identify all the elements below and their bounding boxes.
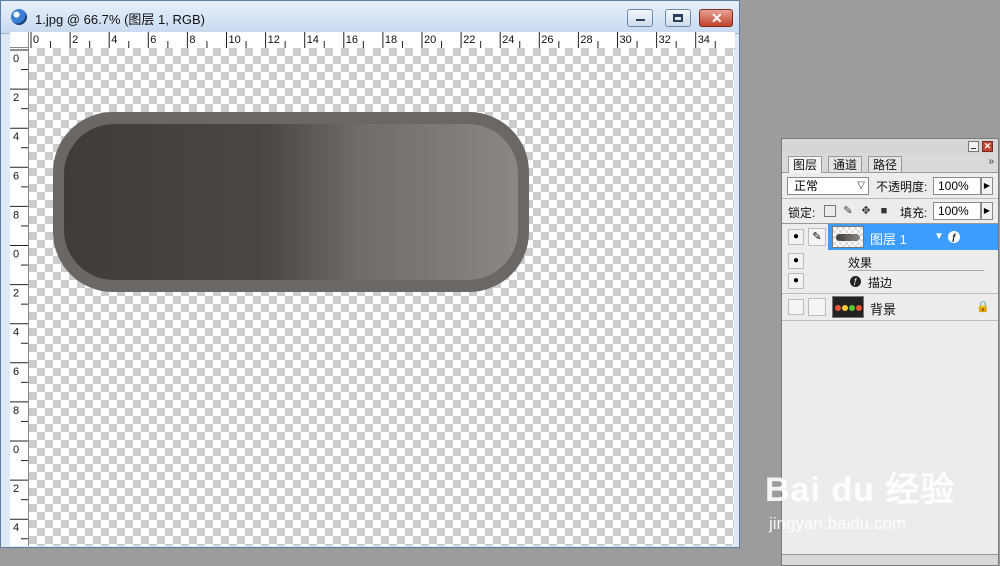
ruler-label: 16 [346, 34, 358, 46]
maximize-icon [673, 14, 683, 22]
fill-input[interactable]: 100% [933, 202, 981, 220]
ruler-label: 4 [13, 327, 19, 339]
lock-move-icon[interactable]: ✥ [860, 205, 872, 217]
brush-icon[interactable]: ✎ [808, 228, 826, 246]
eye-icon[interactable]: ● [788, 229, 804, 245]
ruler-label: 6 [150, 34, 156, 46]
document-title: 1.jpg @ 66.7% (图层 1, RGB) [35, 12, 205, 27]
ruler-label: 4 [111, 34, 117, 46]
ruler-label: 26 [541, 34, 553, 46]
document-canvas[interactable] [29, 48, 734, 546]
layer-row-background[interactable]: 背景 🔒 [782, 293, 998, 321]
opacity-label: 不透明度: [876, 180, 928, 194]
ruler-label: 30 [620, 34, 632, 46]
vertical-ruler-ticks: 0 2 4 6 8 0 2 4 6 8 0 2 4 [10, 49, 28, 540]
chevron-down-icon: ▽ [857, 180, 865, 191]
close-icon: ✕ [983, 141, 992, 151]
tab-channels[interactable]: 通道 [828, 156, 863, 172]
blend-mode-select[interactable]: 正常 ▽ [787, 177, 869, 195]
ruler-label: 8 [13, 209, 19, 221]
tab-paths[interactable]: 路径 [868, 156, 903, 172]
title-bar[interactable]: 1.jpg @ 66.7% (图层 1, RGB) ✕ [1, 1, 739, 34]
baidu-watermark: Bai du 经验 jingyan.baidu.com [765, 462, 1000, 542]
ruler-label: 2 [13, 483, 19, 495]
close-icon: ✕ [711, 10, 723, 26]
stroke-effect-row[interactable]: ● ƒ 描边 [782, 271, 998, 291]
panel-minimize-button[interactable] [968, 141, 979, 152]
photoshop-app-icon[interactable] [11, 9, 27, 25]
panel-menu-icon[interactable]: » [988, 156, 994, 167]
maximize-button[interactable] [665, 9, 691, 27]
close-button[interactable]: ✕ [699, 9, 733, 27]
ruler-origin[interactable] [10, 32, 29, 48]
ruler-label: 18 [385, 34, 397, 46]
fill-label: 填充: [900, 206, 928, 220]
layer-thumbnail [832, 226, 864, 248]
ruler-label: 2 [72, 34, 78, 46]
panel-title-bar[interactable]: ✕ [782, 139, 998, 155]
layer-name[interactable]: 图层 1 [870, 229, 907, 248]
ruler-label: 8 [13, 405, 19, 417]
blend-row: 正常 ▽ 不透明度: 100% ▶ [782, 174, 998, 199]
layer-row-layer1[interactable]: ● ✎ 图层 1 ▼ ƒ [782, 224, 998, 250]
lock-brush-icon[interactable]: ✎ [842, 205, 854, 217]
background-link-toggle[interactable] [808, 298, 826, 316]
lock-all-icon[interactable]: ■ [878, 205, 890, 217]
vertical-ruler[interactable]: 0 2 4 6 8 0 2 4 6 8 0 2 4 [10, 48, 29, 546]
ruler-label: 28 [580, 34, 592, 46]
layer-selection-highlight: 图层 1 ▼ ƒ [828, 224, 998, 250]
background-eye-toggle[interactable] [788, 299, 804, 315]
background-thumbnail [832, 296, 864, 318]
tab-layers[interactable]: 图层 [788, 156, 823, 173]
opacity-arrow-button[interactable]: ▶ [981, 177, 993, 195]
fx-expand-icon[interactable]: ▼ [934, 231, 944, 242]
minimize-button[interactable] [627, 9, 653, 27]
opacity-input[interactable]: 100% [933, 177, 981, 195]
panel-close-button[interactable]: ✕ [982, 141, 993, 152]
ruler-label: 0 [13, 444, 19, 456]
stroke-label: 描边 [868, 276, 893, 290]
effect-icon: ƒ [850, 276, 861, 287]
lock-label: 锁定: [788, 206, 816, 220]
watermark-url: jingyan.baidu.com [769, 514, 907, 533]
minimize-icon [636, 19, 645, 21]
watermark-brand: Bai du 经验 [765, 471, 956, 509]
ruler-label: 8 [189, 34, 195, 46]
horizontal-ruler-ticks: 0 2 4 6 8 10 12 14 16 18 20 22 24 26 28 30 32 34 [30, 32, 716, 48]
lock-row: 锁定: ✎ ✥ ■ 填充: 100% ▶ [782, 199, 998, 224]
ruler-label: 22 [463, 34, 475, 46]
effects-label: 效果 [848, 256, 873, 270]
ruler-label: 10 [229, 34, 241, 46]
stroke-eye-icon[interactable]: ● [788, 273, 804, 289]
ruler-label: 14 [307, 34, 319, 46]
background-layer-name[interactable]: 背景 [870, 299, 896, 318]
ruler-label: 12 [268, 34, 280, 46]
ruler-label: 32 [659, 34, 671, 46]
blend-mode-value: 正常 [794, 179, 819, 193]
ruler-label: 34 [698, 34, 710, 46]
lock-transparency-icon[interactable] [824, 205, 836, 217]
effects-eye-icon[interactable]: ● [788, 253, 804, 269]
ruler-label: 2 [13, 288, 19, 300]
effects-row[interactable]: ● 效果 [782, 251, 998, 271]
fx-icon: ƒ [948, 231, 960, 243]
ruler-label: 0 [13, 249, 19, 261]
horizontal-ruler[interactable]: 0 2 4 6 8 10 12 14 16 18 20 22 24 26 28 30 32 34 [29, 32, 735, 49]
ruler-label: 6 [13, 170, 19, 182]
ruler-label: 4 [13, 131, 19, 143]
ruler-label: 20 [424, 34, 436, 46]
ruler-label: 24 [502, 34, 514, 46]
fill-arrow-button[interactable]: ▶ [981, 202, 993, 220]
ruler-label: 6 [13, 366, 19, 378]
panel-tabs: 图层 通道 路径 » [782, 154, 998, 173]
panel-bottom-toolbar[interactable] [782, 554, 998, 565]
ruler-label: 2 [13, 92, 19, 104]
lock-icon: 🔒 [976, 301, 990, 313]
rounded-button-gradient-fill [64, 124, 518, 280]
ruler-label: 4 [13, 522, 19, 534]
ruler-label: 0 [33, 34, 39, 46]
ruler-label: 0 [13, 53, 19, 65]
